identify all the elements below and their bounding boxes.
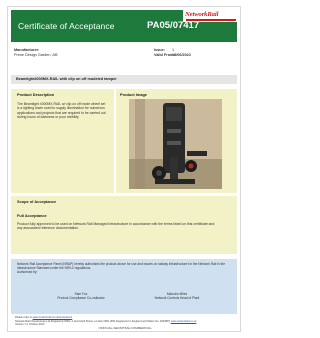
valid-from-label: Valid From:: [154, 53, 175, 57]
logo-swoosh-icon: [186, 19, 236, 21]
scope-subtitle: Full Acceptance: [17, 213, 47, 218]
authorisation-panel: Network Rail Acceptance Panel (NRAP) her…: [11, 259, 237, 314]
certificate-page: Certificate of Acceptance PA05/07417 Net…: [7, 6, 241, 332]
product-image-title: Product Image: [120, 92, 148, 97]
network-rail-link[interactable]: www.networkrail.co.uk: [171, 320, 197, 323]
product-image-panel: Product Image: [116, 89, 237, 193]
product-photo: [129, 99, 222, 189]
scope-panel: Scope of Acceptance Full Acceptance Prod…: [11, 196, 237, 254]
signatory-left-role: Product Compliance Co-ordinator: [57, 296, 105, 300]
manufacturer-value: Prime Design Garden, AB: [14, 53, 58, 57]
authorisation-body: Network Rail Acceptance Panel (NRAP) her…: [17, 262, 225, 270]
product-name-bar: Beamlight4000MX-RAIL with clip on off mo…: [11, 75, 237, 84]
scope-title: Scope of Acceptance: [17, 199, 57, 204]
certificate-title: Certificate of Acceptance: [18, 21, 115, 31]
product-description-body: The Beamlight 4000MX-RAIL w/ clip on off…: [17, 102, 106, 120]
authorisation-by: Authorised by:: [17, 270, 38, 274]
product-name: Beamlight4000MX-RAIL with clip on off mo…: [16, 77, 117, 81]
signatory-right-role: Network Controls Head of Plant: [154, 296, 200, 300]
lighting-tower-illustration: [129, 99, 222, 189]
manufacturer-block: Manufacturer: Prime Design Garden, AB: [14, 48, 124, 58]
valid-from-value: 18/06/2021: [172, 53, 192, 57]
logo-text: NetworkRail: [185, 11, 219, 18]
issue-block: Issue: 1 Valid From:18/06/2021: [154, 48, 240, 58]
product-description-title: Product Description: [17, 92, 55, 97]
product-description-panel: Product Description The Beamlight 4000MX…: [11, 89, 114, 193]
scope-body: Product fully approved to be used on Net…: [17, 222, 215, 231]
classification-label: OFFICIAL-SENSITIVE-COMMERCIAL: [98, 326, 152, 330]
issue-value: 1: [172, 48, 175, 52]
signatory-right: Malcolm Miles Network Controls Head of P…: [137, 292, 217, 300]
network-rail-logo: NetworkRail: [183, 10, 237, 22]
signatory-left: Sam Fox Product Compliance Co-ordinator: [41, 292, 121, 300]
